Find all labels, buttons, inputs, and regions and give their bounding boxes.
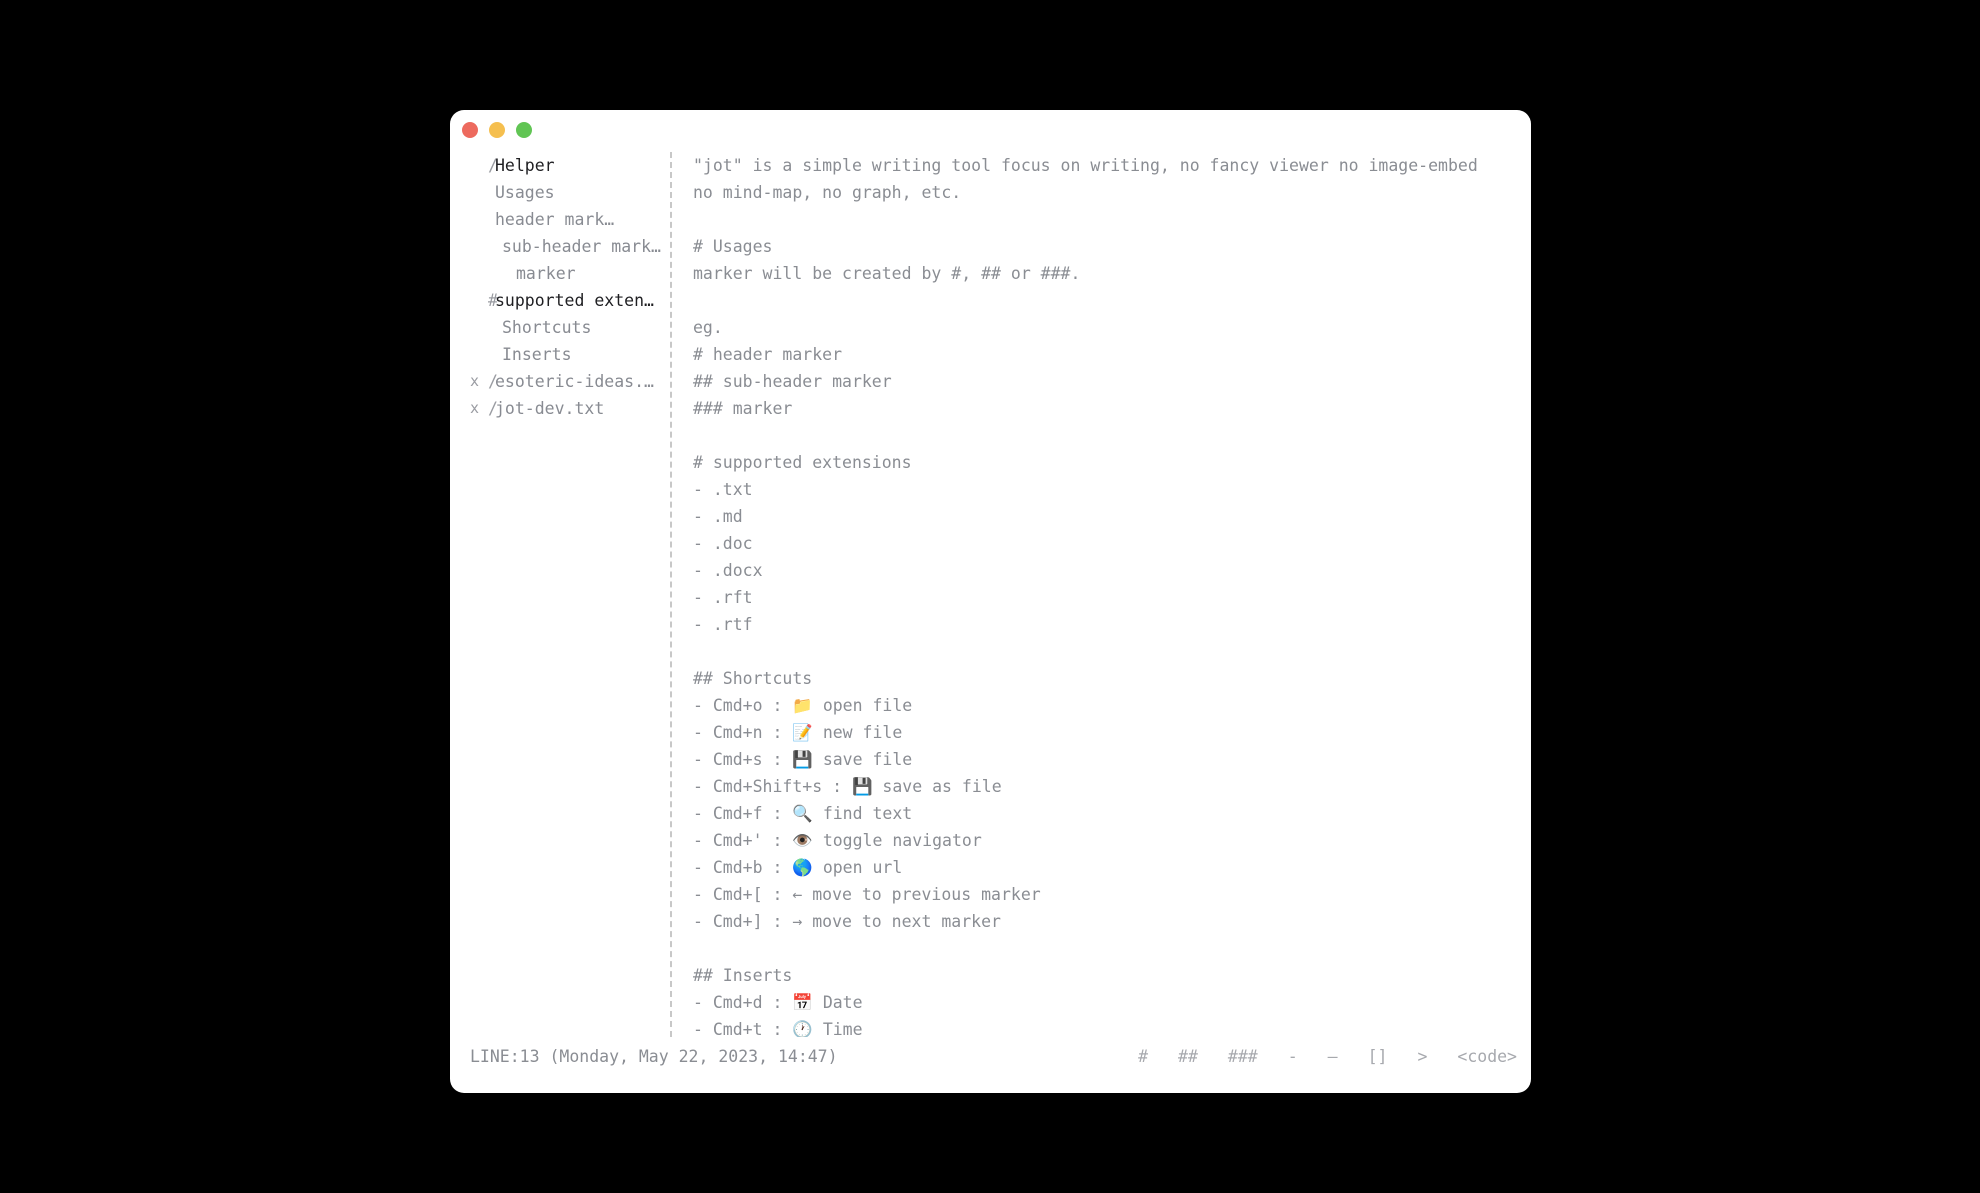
navigator-item-label: header marker xyxy=(495,210,615,229)
editor-line[interactable]: marker will be created by #, ## or ###. xyxy=(693,260,1513,287)
editor-line[interactable]: - .doc xyxy=(693,530,1513,557)
navigator-item-label: esoteric-ideas.… xyxy=(495,372,654,391)
navigator-item[interactable]: x / jot-dev.txt xyxy=(450,395,670,422)
editor-line[interactable]: - Cmd+] : → move to next marker xyxy=(693,908,1513,935)
editor-line[interactable]: - Cmd+s : 💾 save file xyxy=(693,746,1513,773)
insert-tool-button[interactable]: # xyxy=(1138,1047,1148,1066)
navigator-item[interactable]: # supported exten… xyxy=(450,287,670,314)
editor-line[interactable]: - Cmd+f : 🔍 find text xyxy=(693,800,1513,827)
navigator-item[interactable]: Usages xyxy=(450,179,670,206)
editor-line[interactable]: - Cmd+b : 🌎 open url xyxy=(693,854,1513,881)
editor-line[interactable]: - Cmd+t : 🕐 Time xyxy=(693,1016,1513,1037)
navigator-item-label: marker xyxy=(516,264,576,283)
editor-line[interactable]: - Cmd+' : 👁️ toggle navigator xyxy=(693,827,1513,854)
close-file-icon[interactable]: x xyxy=(470,368,479,395)
editor-line[interactable]: - Cmd+n : 📝 new file xyxy=(693,719,1513,746)
navigator-item-label: Helper xyxy=(495,156,555,175)
editor-line[interactable]: - Cmd+Shift+s : 💾 save as file xyxy=(693,773,1513,800)
editor-line[interactable]: ## Inserts xyxy=(693,962,1513,989)
app-window: / Helper Usages header marker sub-header mar… xyxy=(450,110,1531,1093)
status-line-info: LINE:13 (Monday, May 22, 2023, 14:47) xyxy=(470,1047,838,1066)
editor-line[interactable] xyxy=(693,206,1513,233)
editor-line[interactable] xyxy=(693,422,1513,449)
navigator-item-label: sub-header mark… xyxy=(502,237,661,256)
editor-line[interactable]: - Cmd+d : 📅 Date xyxy=(693,989,1513,1016)
minimize-button[interactable] xyxy=(489,122,505,138)
editor-line[interactable] xyxy=(693,287,1513,314)
insert-tool-button[interactable]: — xyxy=(1328,1047,1338,1066)
close-file-icon[interactable]: x xyxy=(470,395,479,422)
navigator-sidebar: / Helper Usages header marker sub-header mar… xyxy=(450,152,672,1037)
insert-tool-button[interactable]: <code> xyxy=(1457,1047,1517,1066)
navigator-item[interactable]: marker xyxy=(450,260,670,287)
editor-line[interactable]: - .txt xyxy=(693,476,1513,503)
close-button[interactable] xyxy=(462,122,478,138)
editor-line[interactable]: - Cmd+[ : ← move to previous marker xyxy=(693,881,1513,908)
navigator-item[interactable]: Shortcuts xyxy=(450,314,670,341)
editor-line[interactable]: - .docx xyxy=(693,557,1513,584)
insert-tool-button[interactable]: - xyxy=(1288,1047,1298,1066)
editor-line[interactable]: ### marker xyxy=(693,395,1513,422)
navigator-item[interactable]: Inserts xyxy=(450,341,670,368)
editor-line[interactable]: # supported extensions xyxy=(693,449,1513,476)
editor-line[interactable]: eg. xyxy=(693,314,1513,341)
editor-line[interactable]: # header marker xyxy=(693,341,1513,368)
navigator-item[interactable]: sub-header mark… xyxy=(450,233,670,260)
navigator-item-label: Shortcuts xyxy=(502,318,592,337)
navigator-item-label: Inserts xyxy=(502,345,572,364)
navigator-item-label: jot-dev.txt xyxy=(495,399,605,418)
window-controls xyxy=(462,122,532,138)
navigator-item[interactable]: / Helper xyxy=(450,152,670,179)
editor-line[interactable]: - .rtf xyxy=(693,611,1513,638)
editor-line[interactable]: ## sub-header marker xyxy=(693,368,1513,395)
editor-line[interactable]: - Cmd+o : 📁 open file xyxy=(693,692,1513,719)
insert-toolbar: # ## ### - —[] > <code> xyxy=(1108,1047,1517,1066)
editor-line[interactable] xyxy=(693,935,1513,962)
insert-tool-button[interactable]: ## xyxy=(1178,1047,1198,1066)
insert-tool-button[interactable]: ### xyxy=(1228,1047,1258,1066)
editor-line[interactable]: - .md xyxy=(693,503,1513,530)
insert-tool-button[interactable]: > xyxy=(1417,1047,1427,1066)
editor-area[interactable]: "jot" is a simple writing tool focus on … xyxy=(693,152,1513,1037)
editor-line[interactable]: - .rft xyxy=(693,584,1513,611)
status-bar: LINE:13 (Monday, May 22, 2023, 14:47) # #… xyxy=(450,1037,1531,1093)
insert-tool-button[interactable]: [] xyxy=(1368,1047,1388,1066)
editor-line[interactable] xyxy=(693,638,1513,665)
maximize-button[interactable] xyxy=(516,122,532,138)
editor-line[interactable]: ## Shortcuts xyxy=(693,665,1513,692)
navigator-item-label: Usages xyxy=(495,183,555,202)
editor-line[interactable]: "jot" is a simple writing tool focus on … xyxy=(693,152,1513,179)
editor-line[interactable]: # Usages xyxy=(693,233,1513,260)
editor-line[interactable]: no mind-map, no graph, etc. xyxy=(693,179,1513,206)
navigator-item[interactable]: x / esoteric-ideas.… xyxy=(450,368,670,395)
navigator-item[interactable]: header marker xyxy=(450,206,670,233)
navigator-item-label: supported exten… xyxy=(495,291,654,310)
